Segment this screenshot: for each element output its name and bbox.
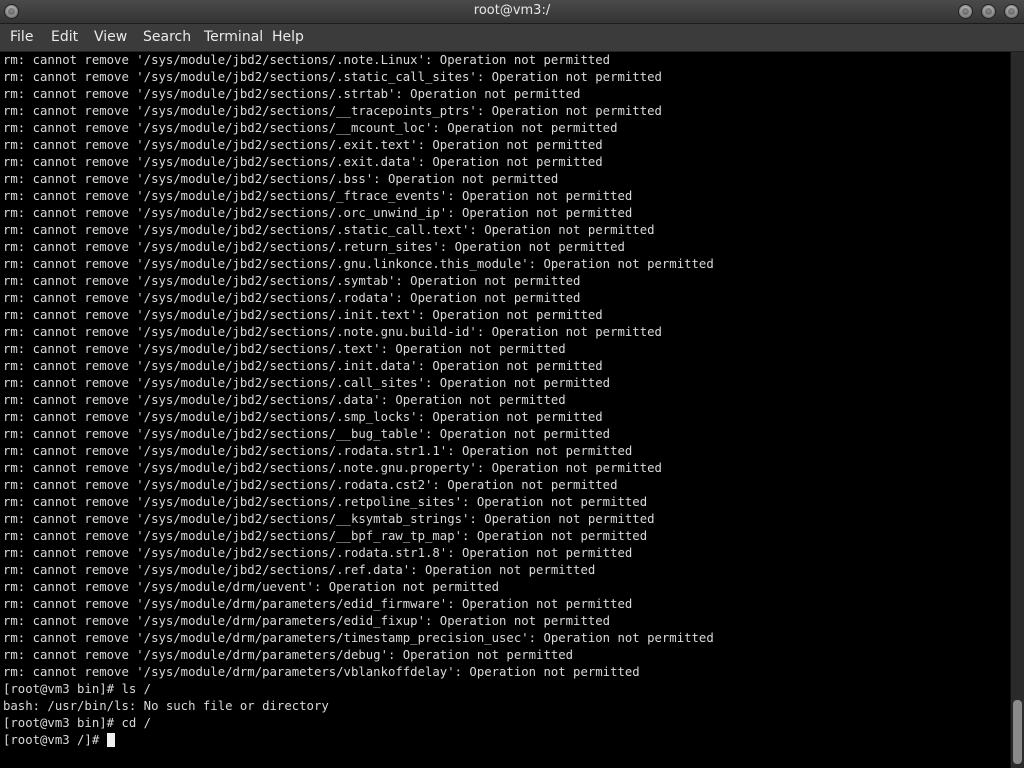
terminal-line: rm: cannot remove '/sys/module/jbd2/sect… bbox=[3, 478, 618, 492]
terminal-line: rm: cannot remove '/sys/module/jbd2/sect… bbox=[3, 563, 596, 577]
prompt-line[interactable]: [root@vm3 /]# bbox=[3, 732, 1010, 749]
terminal-line: rm: cannot remove '/sys/module/jbd2/sect… bbox=[3, 427, 611, 441]
terminal-line: rm: cannot remove '/sys/module/jbd2/sect… bbox=[3, 376, 611, 390]
terminal-line: rm: cannot remove '/sys/module/jbd2/sect… bbox=[3, 172, 559, 186]
terminal-line: rm: cannot remove '/sys/module/jbd2/sect… bbox=[3, 70, 662, 84]
menu-file[interactable]: File bbox=[10, 29, 33, 45]
menu-help[interactable]: Help bbox=[272, 29, 304, 45]
scrollbar-thumb[interactable] bbox=[1013, 700, 1022, 764]
text-cursor bbox=[106, 733, 115, 747]
terminal-line: rm: cannot remove '/sys/module/jbd2/sect… bbox=[3, 274, 581, 288]
terminal-line: rm: cannot remove '/sys/module/jbd2/sect… bbox=[3, 155, 603, 169]
terminal-line: rm: cannot remove '/sys/module/jbd2/sect… bbox=[3, 444, 633, 458]
terminal-line: rm: cannot remove '/sys/module/jbd2/sect… bbox=[3, 206, 633, 220]
minimize-icon[interactable] bbox=[958, 4, 973, 19]
shell-prompt: [root@vm3 /]# bbox=[3, 733, 107, 747]
terminal-line: rm: cannot remove '/sys/module/drm/param… bbox=[3, 614, 611, 628]
terminal-line: rm: cannot remove '/sys/module/jbd2/sect… bbox=[3, 393, 566, 407]
terminal-line: rm: cannot remove '/sys/module/jbd2/sect… bbox=[3, 325, 662, 339]
terminal-line: rm: cannot remove '/sys/module/jbd2/sect… bbox=[3, 495, 648, 509]
menu-terminal[interactable]: Terminal bbox=[204, 29, 263, 45]
terminal-line: rm: cannot remove '/sys/module/jbd2/sect… bbox=[3, 461, 662, 475]
terminal-line: rm: cannot remove '/sys/module/jbd2/sect… bbox=[3, 342, 566, 356]
terminal-line: rm: cannot remove '/sys/module/jbd2/sect… bbox=[3, 223, 655, 237]
terminal-line: rm: cannot remove '/sys/module/jbd2/sect… bbox=[3, 308, 603, 322]
terminal-line: rm: cannot remove '/sys/module/drm/param… bbox=[3, 631, 714, 645]
title-bar[interactable]: root@vm3:/ bbox=[0, 0, 1024, 24]
terminal-line: bash: /usr/bin/ls: No such file or direc… bbox=[3, 699, 329, 713]
terminal-window: root@vm3:/ File Edit View Search Termina… bbox=[0, 0, 1024, 768]
terminal-line: rm: cannot remove '/sys/module/jbd2/sect… bbox=[3, 53, 611, 67]
terminal-line: rm: cannot remove '/sys/module/jbd2/sect… bbox=[3, 138, 603, 152]
terminal-line: rm: cannot remove '/sys/module/jbd2/sect… bbox=[3, 189, 633, 203]
vertical-scrollbar[interactable] bbox=[1010, 52, 1024, 768]
window-title: root@vm3:/ bbox=[473, 3, 551, 18]
menu-edit[interactable]: Edit bbox=[51, 29, 78, 45]
terminal-line: rm: cannot remove '/sys/module/jbd2/sect… bbox=[3, 87, 581, 101]
close-icon[interactable] bbox=[1004, 4, 1019, 19]
terminal-line: rm: cannot remove '/sys/module/jbd2/sect… bbox=[3, 240, 625, 254]
terminal-line: rm: cannot remove '/sys/module/jbd2/sect… bbox=[3, 257, 714, 271]
terminal-output[interactable]: rm: cannot remove '/sys/module/jbd2/sect… bbox=[0, 52, 1010, 768]
menu-bar: File Edit View Search Terminal Help bbox=[0, 24, 1024, 52]
maximize-icon[interactable] bbox=[981, 4, 996, 19]
terminal-line: rm: cannot remove '/sys/module/jbd2/sect… bbox=[3, 359, 603, 373]
terminal-line: rm: cannot remove '/sys/module/jbd2/sect… bbox=[3, 529, 648, 543]
menu-view[interactable]: View bbox=[94, 29, 127, 45]
terminal-line: rm: cannot remove '/sys/module/jbd2/sect… bbox=[3, 121, 618, 135]
terminal-line: rm: cannot remove '/sys/module/jbd2/sect… bbox=[3, 104, 662, 118]
terminal-line: rm: cannot remove '/sys/module/jbd2/sect… bbox=[3, 546, 633, 560]
menu-search[interactable]: Search bbox=[143, 29, 191, 45]
terminal-line: rm: cannot remove '/sys/module/drm/ueven… bbox=[3, 580, 500, 594]
terminal-line: rm: cannot remove '/sys/module/drm/param… bbox=[3, 597, 633, 611]
terminal-line: [root@vm3 bin]# cd / bbox=[3, 716, 152, 730]
terminal-line: rm: cannot remove '/sys/module/jbd2/sect… bbox=[3, 291, 581, 305]
terminal-line: rm: cannot remove '/sys/module/drm/param… bbox=[3, 648, 574, 662]
terminal-line: rm: cannot remove '/sys/module/jbd2/sect… bbox=[3, 410, 603, 424]
terminal-line: rm: cannot remove '/sys/module/drm/param… bbox=[3, 665, 640, 679]
terminal-line: [root@vm3 bin]# ls / bbox=[3, 682, 152, 696]
terminal-line: rm: cannot remove '/sys/module/jbd2/sect… bbox=[3, 512, 655, 526]
